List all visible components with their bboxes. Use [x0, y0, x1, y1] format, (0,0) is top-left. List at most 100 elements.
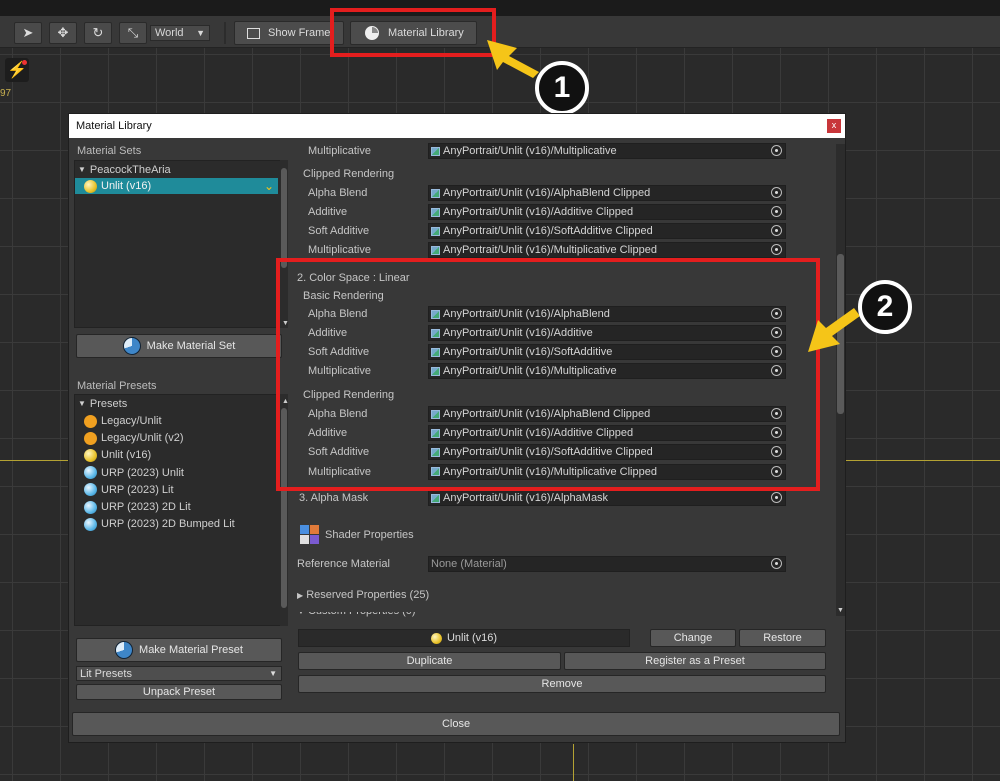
shader-field[interactable]: AnyPortrait/Unlit (v16)/SoftAdditive Cli…: [428, 223, 786, 239]
preset-item-label: Legacy/Unlit: [101, 415, 162, 427]
select-tool-button[interactable]: ➤: [14, 22, 42, 44]
badge-2-number: 2: [876, 290, 894, 323]
make-material-set-button[interactable]: Make Material Set: [76, 334, 282, 358]
object-picker-icon[interactable]: [771, 225, 782, 236]
object-picker-icon[interactable]: [771, 558, 782, 569]
space-select-value: World: [155, 27, 184, 39]
shader-field[interactable]: AnyPortrait/Unlit (v16)/Multiplicative C…: [428, 242, 786, 258]
rotate-icon: ↻: [92, 25, 104, 40]
urp-material-icon: [84, 483, 97, 497]
show-frame-button[interactable]: Show Frame: [234, 21, 344, 45]
move-tool-button[interactable]: ✥: [49, 22, 77, 44]
remove-button[interactable]: Remove: [298, 675, 826, 693]
shader-field-value: AnyPortrait/Unlit (v16)/AlphaMask: [443, 492, 609, 504]
close-icon[interactable]: x: [827, 119, 841, 133]
shader-properties-icon: [300, 525, 320, 545]
callout-arrow-2: [808, 308, 860, 352]
shader-field[interactable]: None (Material): [428, 556, 786, 572]
material-set-icon: [122, 337, 141, 355]
shader-file-icon: [431, 226, 440, 236]
highlight-box-2: [276, 258, 820, 491]
object-picker-icon[interactable]: [771, 492, 782, 503]
material-set-item-selected[interactable]: Unlit (v16) ⌄: [75, 178, 278, 194]
editor-top-strip: [0, 0, 1000, 16]
duplicate-button[interactable]: Duplicate: [298, 652, 561, 670]
shader-file-icon: [431, 146, 440, 156]
shader-field-value: AnyPortrait/Unlit (v16)/Multiplicative: [443, 145, 617, 157]
preset-item-label: Legacy/Unlit (v2): [101, 432, 184, 445]
current-preset-display: Unlit (v16): [298, 629, 630, 647]
shader-properties-header: Shader Properties: [325, 529, 414, 541]
cursor-icon: ➤: [22, 25, 34, 40]
preset-item[interactable]: Unlit (v16): [84, 447, 151, 463]
preset-item[interactable]: URP (2023) 2D Bumped Lit: [84, 516, 235, 532]
shader-row-label: Alpha Blend: [308, 187, 368, 199]
preset-item-label: URP (2023) Lit: [101, 483, 174, 496]
callout-arrow-1: [487, 40, 539, 78]
window-title: Material Library: [76, 120, 152, 132]
shader-row-label: Additive: [308, 206, 348, 218]
shader-row-label: Multiplicative: [308, 244, 371, 256]
unlit-material-icon: [84, 179, 97, 193]
shader-field[interactable]: AnyPortrait/Unlit (v16)/AlphaBlend Clipp…: [428, 185, 786, 201]
space-select[interactable]: World ▼: [150, 25, 210, 41]
shader-file-icon: [431, 207, 440, 217]
object-picker-icon[interactable]: [771, 187, 782, 198]
highlight-box-1: [330, 8, 496, 57]
shader-field[interactable]: AnyPortrait/Unlit (v16)/Additive Clipped: [428, 204, 786, 220]
unlit-material-icon: [84, 448, 97, 462]
reserved-properties-foldout[interactable]: ▶ Reserved Properties (25): [297, 589, 429, 601]
register-preset-label: Register as a Preset: [645, 655, 745, 667]
shader-field-value: AnyPortrait/Unlit (v16)/Multiplicative C…: [443, 244, 657, 256]
callout-badge-1: 1: [535, 61, 589, 115]
callout-badge-2: 2: [858, 280, 912, 334]
urp-material-icon: [84, 466, 97, 480]
scrollbar-thumb[interactable]: [281, 168, 287, 268]
unpack-preset-label: Unpack Preset: [142, 686, 216, 698]
window-titlebar[interactable]: Material Library x: [69, 114, 845, 138]
object-picker-icon[interactable]: [771, 206, 782, 217]
scale-tool-button[interactable]: ⤡: [119, 22, 147, 44]
current-preset-label: Unlit (v16): [446, 632, 498, 644]
preset-item[interactable]: URP (2023) 2D Lit: [84, 499, 191, 515]
shader-field[interactable]: AnyPortrait/Unlit (v16)/AlphaMask: [428, 490, 786, 506]
foldout-arrow-icon: ▶: [297, 591, 304, 600]
chevron-down-icon: ⌄: [263, 179, 274, 193]
shader-field[interactable]: AnyPortrait/Unlit (v16)/Multiplicative: [428, 143, 786, 159]
change-label: Change: [673, 632, 713, 644]
rotate-tool-button[interactable]: ↻: [84, 22, 112, 44]
preset-item[interactable]: URP (2023) Lit: [84, 482, 174, 498]
presets-root[interactable]: ▼ Presets: [78, 396, 127, 412]
presets-root-label: Presets: [89, 398, 128, 410]
register-preset-button[interactable]: Register as a Preset: [564, 652, 826, 670]
toolbar-divider: [224, 22, 226, 44]
shader-field-value: AnyPortrait/Unlit (v16)/AlphaBlend Clipp…: [443, 187, 651, 199]
change-button[interactable]: Change: [650, 629, 736, 647]
preset-item-label: Unlit (v16): [101, 449, 152, 462]
scroll-down-arrow-icon[interactable]: ▼: [837, 607, 844, 614]
shader-file-icon: [431, 245, 440, 255]
object-picker-icon[interactable]: [771, 145, 782, 156]
preset-item[interactable]: URP (2023) Unlit: [84, 465, 184, 481]
shader-panel-scrollbar[interactable]: [836, 144, 845, 616]
shader-row-label: Multiplicative: [308, 145, 371, 157]
shader-file-icon: [431, 493, 440, 503]
object-picker-icon[interactable]: [771, 244, 782, 255]
custom-properties-foldout[interactable]: ▼ Custom Properties (0): [297, 612, 416, 618]
foldout-arrow-icon: ▼: [297, 612, 305, 616]
preset-item[interactable]: Legacy/Unlit: [84, 413, 162, 429]
restore-button[interactable]: Restore: [739, 629, 826, 647]
make-material-preset-button[interactable]: Make Material Preset: [76, 638, 282, 662]
show-frame-label: Show Frame: [268, 27, 331, 39]
dropdown-arrow-icon: ▼: [269, 669, 277, 678]
preset-filter-value: Lit Presets: [80, 668, 132, 680]
unpack-preset-button[interactable]: Unpack Preset: [76, 684, 282, 700]
duplicate-label: Duplicate: [406, 655, 453, 667]
frame-icon: [247, 27, 260, 39]
scene-axis-line-left: [0, 460, 70, 461]
preset-filter-select[interactable]: Lit Presets ▼: [76, 666, 282, 681]
close-button[interactable]: Close: [72, 712, 840, 736]
material-set-root[interactable]: ▼ PeacockTheAria: [78, 162, 171, 178]
preset-item[interactable]: Legacy/Unlit (v2): [84, 430, 184, 446]
make-material-set-label: Make Material Set: [146, 340, 236, 352]
